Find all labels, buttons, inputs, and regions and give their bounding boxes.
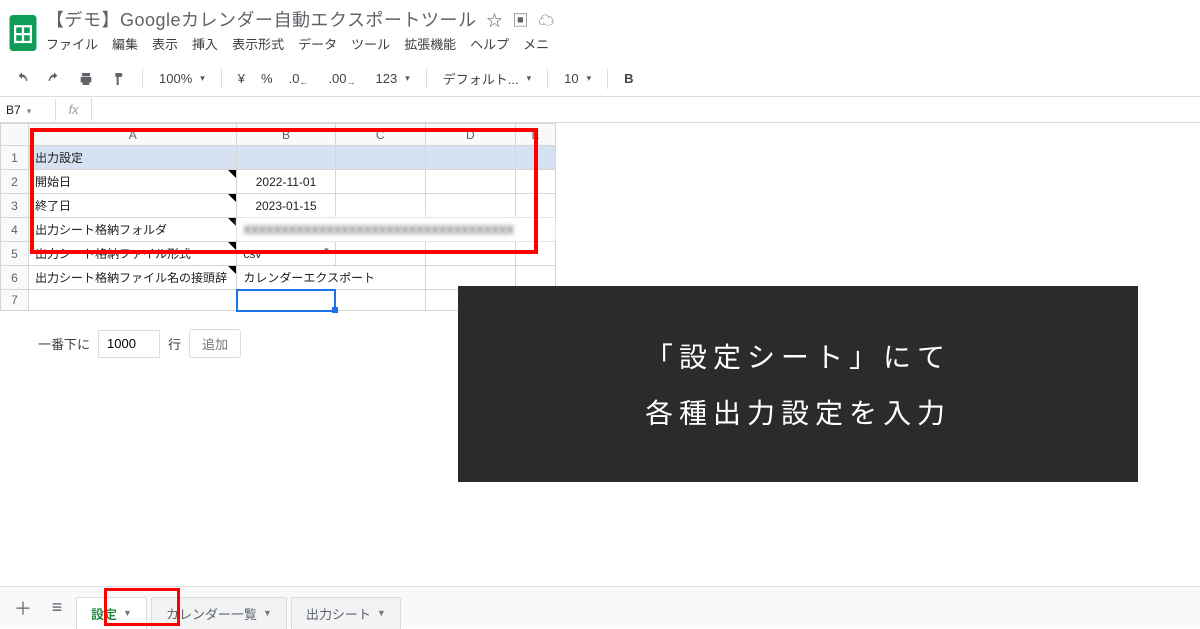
cell[interactable]: 2023-01-15 <box>237 194 335 218</box>
menu-insert[interactable]: 挿入 <box>192 34 218 53</box>
cell[interactable]: XXXXXXXXXXXXXXXXXXXXXXXXXXXXXXXXXXXX <box>237 218 556 242</box>
name-box[interactable]: B7 <box>0 99 56 121</box>
cell[interactable] <box>425 242 515 266</box>
zoom-select[interactable]: 100% <box>153 67 211 90</box>
cell[interactable] <box>335 146 425 170</box>
cell[interactable] <box>515 146 555 170</box>
addrows-suffix: 行 <box>168 334 181 353</box>
cell[interactable] <box>515 170 555 194</box>
print-icon[interactable] <box>72 67 100 91</box>
row-header[interactable]: 1 <box>1 146 29 170</box>
cell[interactable]: 出力シート格納ファイル形式 <box>29 242 237 266</box>
menu-format[interactable]: 表示形式 <box>232 34 284 53</box>
row-header[interactable]: 3 <box>1 194 29 218</box>
cell[interactable]: 出力設定 <box>29 146 237 170</box>
cell[interactable] <box>237 146 335 170</box>
callout-line1: 「設定シート」にて <box>645 336 951 376</box>
chevron-down-icon[interactable]: ▼ <box>377 608 386 618</box>
callout-line2: 各種出力設定を入力 <box>645 392 951 432</box>
col-header-c[interactable]: C <box>335 124 425 146</box>
cell[interactable] <box>335 170 425 194</box>
cell[interactable]: 出力シート格納フォルダ <box>29 218 237 242</box>
cell[interactable]: カレンダーエクスポート <box>237 266 425 290</box>
menu-bar: ファイル 編集 表示 挿入 表示形式 データ ツール 拡張機能 ヘルプ メニ <box>46 32 555 59</box>
menu-tools[interactable]: ツール <box>351 34 390 53</box>
decrease-decimal-button[interactable]: .0← <box>283 67 319 90</box>
col-header-a[interactable]: A <box>29 124 237 146</box>
col-header-b[interactable]: B <box>237 124 335 146</box>
add-sheet-icon[interactable]: ＋ <box>8 593 38 623</box>
instruction-callout: 「設定シート」にて 各種出力設定を入力 <box>458 286 1138 482</box>
cell[interactable] <box>425 170 515 194</box>
cloud-icon[interactable]: ☁ <box>539 7 555 31</box>
cell[interactable] <box>335 290 425 311</box>
sheet-tab-bar: ＋ ≡ 設定▼ カレンダー一覧▼ 出力シート▼ <box>0 586 1200 628</box>
bold-button[interactable]: B <box>618 67 639 90</box>
cell[interactable] <box>29 290 237 311</box>
cell[interactable] <box>425 146 515 170</box>
addrows-button[interactable]: 追加 <box>189 329 241 358</box>
move-icon[interactable]: ▣ <box>513 7 529 31</box>
menu-more[interactable]: メニ <box>523 34 549 53</box>
row-header[interactable]: 7 <box>1 290 29 311</box>
redo-icon[interactable] <box>40 67 68 91</box>
active-cell[interactable] <box>237 290 335 311</box>
cell[interactable]: 終了日 <box>29 194 237 218</box>
cell[interactable] <box>515 242 555 266</box>
cell-dropdown[interactable]: csv <box>237 242 335 266</box>
menu-data[interactable]: データ <box>298 34 337 53</box>
row-header[interactable]: 2 <box>1 170 29 194</box>
formula-input[interactable] <box>92 106 1200 114</box>
undo-icon[interactable] <box>8 67 36 91</box>
row-header[interactable]: 6 <box>1 266 29 290</box>
paint-format-icon[interactable] <box>104 67 132 91</box>
addrows-prefix: 一番下に <box>38 334 90 353</box>
sheet-tab-calendar-list[interactable]: カレンダー一覧▼ <box>151 597 287 629</box>
sheet-grid[interactable]: A B C D E 1 出力設定 2 開始日 2022-11-01 <box>0 123 556 311</box>
font-family-select[interactable]: デフォルト... <box>437 65 537 92</box>
all-sheets-icon[interactable]: ≡ <box>42 593 72 623</box>
fx-label: fx <box>56 98 92 121</box>
formula-bar: B7 fx <box>0 97 1200 123</box>
col-header-d[interactable]: D <box>425 124 515 146</box>
row-header[interactable]: 5 <box>1 242 29 266</box>
title-bar: 【デモ】Googleカレンダー自動エクスポートツール ☆ ▣ ☁ ファイル 編集… <box>0 0 1200 61</box>
select-all-corner[interactable] <box>1 124 29 146</box>
menu-help[interactable]: ヘルプ <box>470 34 509 53</box>
star-icon[interactable]: ☆ <box>487 7 503 31</box>
increase-decimal-button[interactable]: .00→ <box>322 67 365 90</box>
cell[interactable]: 2022-11-01 <box>237 170 335 194</box>
cell[interactable] <box>335 194 425 218</box>
addrows-count-input[interactable] <box>98 330 160 358</box>
document-title[interactable]: 【デモ】Googleカレンダー自動エクスポートツール <box>46 6 477 32</box>
cell[interactable] <box>515 194 555 218</box>
percent-button[interactable]: % <box>255 67 279 90</box>
sheet-tab-settings[interactable]: 設定▼ <box>76 597 147 629</box>
currency-button[interactable]: ¥ <box>232 67 251 90</box>
menu-view[interactable]: 表示 <box>152 34 178 53</box>
menu-extensions[interactable]: 拡張機能 <box>404 34 456 53</box>
sheet-tab-output[interactable]: 出力シート▼ <box>291 597 401 629</box>
menu-edit[interactable]: 編集 <box>112 34 138 53</box>
row-header[interactable]: 4 <box>1 218 29 242</box>
cell[interactable]: 出力シート格納ファイル名の接頭辞 <box>29 266 237 290</box>
sheets-logo-icon[interactable] <box>8 13 38 53</box>
chevron-down-icon[interactable]: ▼ <box>263 608 272 618</box>
toolbar: 100% ¥ % .0← .00→ 123 デフォルト... 10 B <box>0 61 1200 97</box>
cell[interactable] <box>425 194 515 218</box>
font-size-select[interactable]: 10 <box>558 67 597 90</box>
cell[interactable] <box>335 242 425 266</box>
col-header-e[interactable]: E <box>515 124 555 146</box>
number-format-button[interactable]: 123 <box>370 67 416 90</box>
chevron-down-icon[interactable]: ▼ <box>123 608 132 618</box>
cell[interactable]: 開始日 <box>29 170 237 194</box>
menu-file[interactable]: ファイル <box>46 34 98 53</box>
